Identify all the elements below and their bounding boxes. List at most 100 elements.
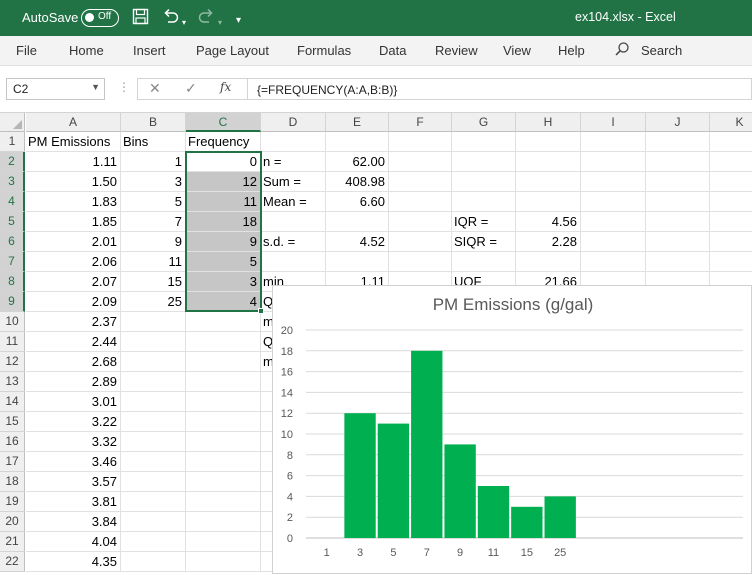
cell-a3[interactable]: 1.50 — [26, 172, 121, 192]
cell-k1[interactable] — [710, 132, 752, 152]
cell-b17[interactable] — [121, 452, 186, 472]
row-header-15[interactable]: 15 — [0, 412, 25, 432]
cell-d7[interactable] — [261, 252, 326, 272]
cell-a18[interactable]: 3.57 — [26, 472, 121, 492]
cell-g5[interactable]: IQR = — [452, 212, 516, 232]
cell-k5[interactable] — [710, 212, 752, 232]
cell-h4[interactable] — [516, 192, 581, 212]
tab-insert[interactable]: Insert — [133, 43, 166, 58]
cell-e6[interactable]: 4.52 — [326, 232, 389, 252]
cell-b18[interactable] — [121, 472, 186, 492]
tab-home[interactable]: Home — [69, 43, 104, 58]
cell-c1[interactable]: Frequency — [186, 132, 261, 152]
cell-b5[interactable]: 7 — [121, 212, 186, 232]
cell-d6[interactable]: s.d. = — [261, 232, 326, 252]
cell-k4[interactable] — [710, 192, 752, 212]
cell-b7[interactable]: 11 — [121, 252, 186, 272]
tab-review[interactable]: Review — [435, 43, 478, 58]
cell-c7[interactable]: 5 — [186, 252, 261, 272]
cell-a11[interactable]: 2.44 — [26, 332, 121, 352]
cell-c19[interactable] — [186, 492, 261, 512]
column-header-e[interactable]: E — [326, 113, 389, 132]
cell-c5[interactable]: 18 — [186, 212, 261, 232]
cell-b12[interactable] — [121, 352, 186, 372]
cell-b21[interactable] — [121, 532, 186, 552]
cell-f4[interactable] — [389, 192, 452, 212]
cell-b20[interactable] — [121, 512, 186, 532]
cell-c21[interactable] — [186, 532, 261, 552]
cell-j3[interactable] — [646, 172, 710, 192]
cell-e5[interactable] — [326, 212, 389, 232]
column-header-k[interactable]: K — [710, 113, 752, 132]
column-header-i[interactable]: I — [581, 113, 646, 132]
cell-h6[interactable]: 2.28 — [516, 232, 581, 252]
column-header-c[interactable]: C — [186, 113, 261, 132]
cell-f7[interactable] — [389, 252, 452, 272]
formula-input[interactable]: {=FREQUENCY(A:A,B:B)} — [247, 78, 752, 100]
cell-g6[interactable]: SIQR = — [452, 232, 516, 252]
row-header-12[interactable]: 12 — [0, 352, 25, 372]
column-header-g[interactable]: G — [452, 113, 516, 132]
cancel-icon[interactable]: ✕ — [149, 80, 161, 97]
cell-c10[interactable] — [186, 312, 261, 332]
cell-a12[interactable]: 2.68 — [26, 352, 121, 372]
cell-g4[interactable] — [452, 192, 516, 212]
cell-i3[interactable] — [581, 172, 646, 192]
cell-i5[interactable] — [581, 212, 646, 232]
cell-c12[interactable] — [186, 352, 261, 372]
cell-a1[interactable]: PM Emissions — [26, 132, 121, 152]
column-header-j[interactable]: J — [646, 113, 710, 132]
cell-c16[interactable] — [186, 432, 261, 452]
cell-c17[interactable] — [186, 452, 261, 472]
cell-e4[interactable]: 6.60 — [326, 192, 389, 212]
row-header-19[interactable]: 19 — [0, 492, 25, 512]
cell-d4[interactable]: Mean = — [261, 192, 326, 212]
cell-h3[interactable] — [516, 172, 581, 192]
save-icon[interactable] — [132, 8, 149, 30]
cell-j5[interactable] — [646, 212, 710, 232]
cell-c11[interactable] — [186, 332, 261, 352]
chevron-down-icon[interactable]: ▼ — [91, 82, 100, 92]
tab-formulas[interactable]: Formulas — [297, 43, 351, 58]
cell-h2[interactable] — [516, 152, 581, 172]
cell-g7[interactable] — [452, 252, 516, 272]
cell-b16[interactable] — [121, 432, 186, 452]
cell-c20[interactable] — [186, 512, 261, 532]
cell-a6[interactable]: 2.01 — [26, 232, 121, 252]
cell-b1[interactable]: Bins — [121, 132, 186, 152]
cell-b15[interactable] — [121, 412, 186, 432]
cell-c9[interactable]: 4 — [186, 292, 261, 312]
cell-b11[interactable] — [121, 332, 186, 352]
cell-b2[interactable]: 1 — [121, 152, 186, 172]
cell-j6[interactable] — [646, 232, 710, 252]
cell-g2[interactable] — [452, 152, 516, 172]
row-header-3[interactable]: 3 — [0, 172, 25, 192]
cell-i6[interactable] — [581, 232, 646, 252]
cell-f5[interactable] — [389, 212, 452, 232]
cell-i1[interactable] — [581, 132, 646, 152]
cell-a5[interactable]: 1.85 — [26, 212, 121, 232]
cell-b14[interactable] — [121, 392, 186, 412]
cell-f6[interactable] — [389, 232, 452, 252]
cell-a15[interactable]: 3.22 — [26, 412, 121, 432]
cell-c3[interactable]: 12 — [186, 172, 261, 192]
undo-dropdown-icon[interactable]: ▾ — [182, 14, 186, 32]
search-icon[interactable] — [614, 41, 630, 59]
cell-c8[interactable]: 3 — [186, 272, 261, 292]
cell-c6[interactable]: 9 — [186, 232, 261, 252]
cell-i2[interactable] — [581, 152, 646, 172]
cell-a9[interactable]: 2.09 — [26, 292, 121, 312]
cell-d5[interactable] — [261, 212, 326, 232]
cell-b8[interactable]: 15 — [121, 272, 186, 292]
tab-file[interactable]: File — [16, 43, 37, 58]
row-header-16[interactable]: 16 — [0, 432, 25, 452]
name-box[interactable]: C2 ▼ — [6, 78, 105, 100]
cell-h1[interactable] — [516, 132, 581, 152]
row-header-13[interactable]: 13 — [0, 372, 25, 392]
row-header-22[interactable]: 22 — [0, 552, 25, 572]
cell-a22[interactable]: 4.35 — [26, 552, 121, 572]
more-icon[interactable]: ⋮ — [118, 80, 130, 94]
column-header-h[interactable]: H — [516, 113, 581, 132]
cell-f1[interactable] — [389, 132, 452, 152]
row-header-17[interactable]: 17 — [0, 452, 25, 472]
